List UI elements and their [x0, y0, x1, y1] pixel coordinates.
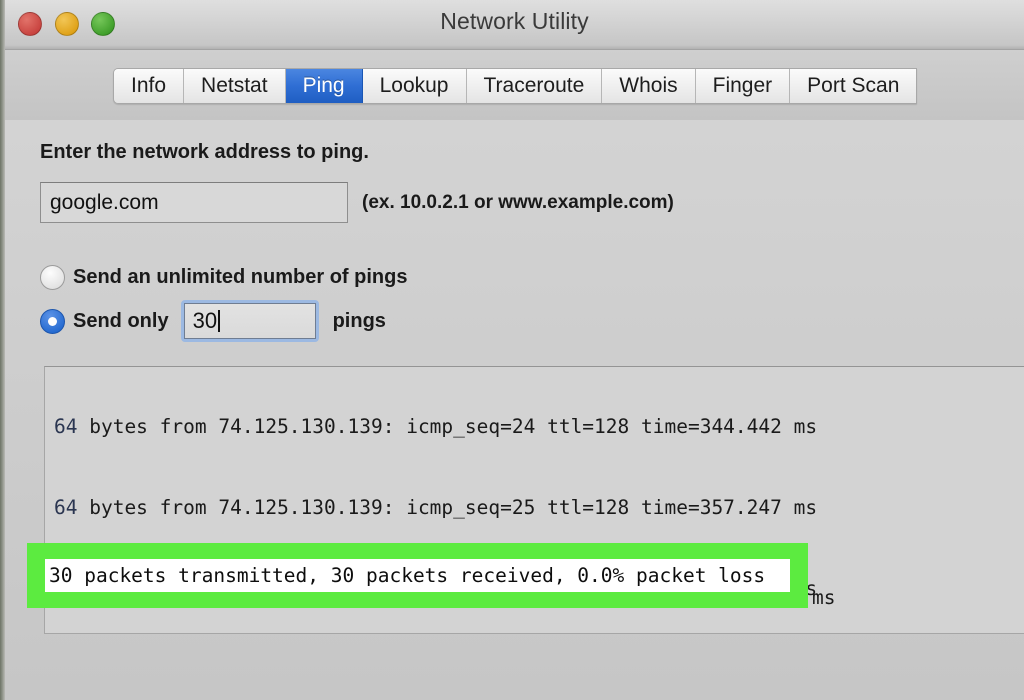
- ping-count-field-wrapper: 30: [180, 300, 319, 342]
- ping-count-value: 30: [192, 308, 218, 333]
- console-line: 64 bytes from 74.125.130.139: icmp_seq=2…: [54, 413, 1024, 440]
- packet-summary-highlight: 30 packets transmitted, 30 packets recei…: [27, 543, 808, 608]
- console-line-bytes: 64: [54, 415, 78, 438]
- tab-port-scan[interactable]: Port Scan: [790, 69, 917, 103]
- title-bar: Network Utility: [5, 0, 1024, 50]
- console-trailing-ms: ms: [812, 586, 836, 609]
- tab-finger[interactable]: Finger: [695, 69, 791, 103]
- packet-summary-strip: 30 packets transmitted, 30 packets recei…: [45, 559, 790, 592]
- ping-count-input[interactable]: 30: [183, 303, 316, 339]
- radio-unlimited-label: Send an unlimited number of pings: [73, 266, 408, 288]
- tab-lookup[interactable]: Lookup: [362, 69, 467, 103]
- tab-whois[interactable]: Whois: [602, 69, 696, 103]
- network-utility-window: Network Utility Info Netstat Ping Lookup…: [0, 0, 1024, 700]
- address-example-hint: (ex. 10.0.2.1 or www.example.com): [362, 192, 674, 213]
- console-line-rest: bytes from 74.125.130.139: icmp_seq=24 t…: [77, 415, 818, 438]
- radio-row-send-only[interactable]: Send only 30 pings: [40, 300, 386, 342]
- network-address-input[interactable]: google.com: [40, 182, 348, 223]
- pings-suffix-label: pings: [332, 309, 386, 332]
- instruction-label: Enter the network address to ping.: [40, 141, 369, 163]
- console-line-bytes: 64: [54, 496, 78, 519]
- console-line-rest: bytes from 74.125.130.139: icmp_seq=25 t…: [77, 496, 818, 519]
- radio-send-only[interactable]: [40, 308, 65, 334]
- text-caret-icon: [218, 310, 221, 332]
- tab-netstat[interactable]: Netstat: [184, 69, 286, 103]
- radio-row-unlimited[interactable]: Send an unlimited number of pings: [40, 265, 407, 290]
- tab-bar: Info Netstat Ping Lookup Traceroute Whoi…: [113, 68, 918, 104]
- tab-info[interactable]: Info: [114, 69, 185, 103]
- radio-unlimited-pings[interactable]: [40, 265, 65, 290]
- console-line: 64 bytes from 74.125.130.139: icmp_seq=2…: [54, 494, 1024, 521]
- tab-ping[interactable]: Ping: [285, 69, 363, 103]
- packet-summary-text: 30 packets transmitted, 30 packets recei…: [49, 564, 766, 587]
- window-title: Network Utility: [440, 8, 589, 34]
- tab-traceroute[interactable]: Traceroute: [466, 69, 603, 103]
- radio-send-only-label: Send only: [73, 309, 169, 332]
